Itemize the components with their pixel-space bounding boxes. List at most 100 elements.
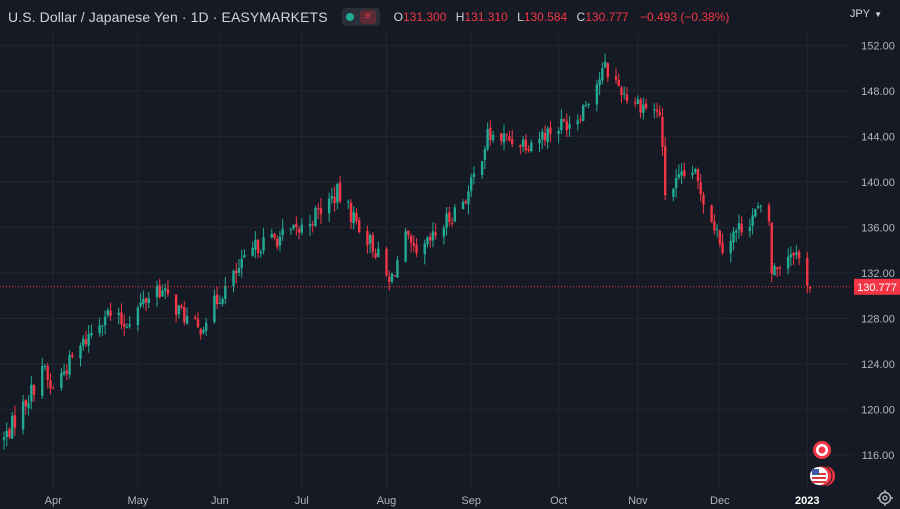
event-flag-icon[interactable] — [813, 441, 831, 459]
candle-body — [702, 194, 705, 205]
candle-body — [295, 223, 298, 228]
candlestick-chart[interactable]: 116.00 120.00 124.00 128.00 132.00 136.00 140.… — [0, 0, 900, 509]
candle-body — [273, 233, 276, 238]
candle-body — [300, 224, 304, 233]
candle-body — [472, 173, 476, 177]
x-axis-labels[interactable]: Apr May Jun Jul Aug Sep Oct Nov Dec 2023 — [45, 495, 820, 507]
candle-body — [677, 174, 681, 178]
indicator-pill[interactable]: ≡ — [341, 8, 380, 26]
candle-body — [505, 134, 508, 136]
candle-body — [658, 111, 661, 116]
candle-body — [776, 267, 779, 270]
candle-body — [327, 198, 331, 214]
candle-body — [317, 208, 320, 210]
candle-body — [655, 109, 659, 112]
candle-body — [653, 109, 656, 111]
candle-body — [661, 116, 664, 148]
candle-body — [486, 129, 489, 150]
candle-body — [235, 270, 238, 274]
candle-body — [480, 161, 484, 176]
candle-body — [748, 226, 752, 232]
candle-body — [530, 142, 533, 152]
x-tick-label: Oct — [550, 495, 567, 507]
candle-body — [710, 205, 713, 223]
y-axis-labels[interactable]: 116.00 120.00 124.00 128.00 132.00 136.00 140.… — [861, 40, 895, 462]
candle-body — [445, 213, 448, 228]
candle-body — [147, 298, 151, 304]
candle-body — [289, 229, 293, 231]
candle-body — [737, 223, 741, 230]
symbol-title[interactable]: U.S. Dollar / Japanese Yen · 1D · EASYMA… — [8, 9, 328, 25]
candle-body — [470, 177, 473, 191]
market-status-icon — [345, 13, 354, 21]
candle-body — [434, 232, 437, 236]
candle-body — [415, 245, 418, 254]
candle-body — [601, 67, 604, 81]
candle-body — [773, 266, 776, 276]
candle-body — [106, 310, 110, 316]
candle-body — [355, 213, 358, 221]
candle-body — [79, 345, 82, 359]
candle-body — [166, 289, 170, 294]
candle-body — [598, 79, 601, 86]
chart-root[interactable]: 116.00 120.00 124.00 128.00 132.00 136.00 140.… — [0, 0, 900, 509]
candle-body — [431, 231, 435, 241]
candle-body — [450, 222, 454, 224]
candle-body — [565, 121, 569, 131]
us-flag-icon[interactable] — [810, 465, 835, 487]
currency-selector[interactable]: JPY ▼ — [850, 8, 882, 20]
candle-body — [617, 79, 620, 86]
price-change: −0.493 (−0.38%) — [639, 10, 730, 24]
candle-body — [71, 354, 74, 357]
candle-body — [603, 61, 607, 68]
candle-body — [237, 267, 241, 273]
candle-body — [778, 267, 782, 269]
candle-body — [311, 224, 314, 226]
candle-body — [366, 230, 369, 246]
settings-gear-icon[interactable] — [877, 490, 893, 506]
candle-body — [388, 277, 391, 282]
candle-body — [663, 146, 667, 196]
ohlc-values: O131.300 H131.310 L130.584 C130.777 −0.4… — [393, 10, 730, 24]
candle-body — [240, 258, 243, 268]
y-tick-label: 136.00 — [861, 222, 895, 234]
candle-body — [625, 94, 629, 102]
candle-body — [407, 230, 410, 235]
candle-body — [642, 104, 645, 113]
candle-body — [448, 212, 451, 222]
candle-body — [786, 256, 790, 269]
y-tick-label: 120.00 — [861, 404, 895, 416]
candle-body — [639, 99, 642, 113]
y-tick-label: 124.00 — [861, 359, 895, 371]
candle-body — [13, 415, 17, 428]
candle-body — [374, 253, 377, 258]
candle-body — [259, 251, 263, 254]
candle-body — [732, 231, 735, 243]
candle-body — [177, 305, 181, 315]
candle-body — [797, 251, 801, 259]
candle-body — [385, 248, 388, 276]
candle-body — [412, 242, 416, 246]
candle-body — [84, 339, 88, 345]
candle-body — [543, 132, 547, 141]
candle-body — [735, 230, 738, 233]
candle-body — [549, 127, 552, 134]
candle-body — [60, 372, 63, 388]
candle-body — [620, 87, 623, 95]
candle-body — [491, 134, 495, 140]
candle-body — [792, 252, 795, 256]
candle-body — [729, 241, 732, 254]
candle-body — [142, 298, 145, 304]
x-tick-label: Sep — [461, 495, 481, 507]
candle-body — [393, 275, 396, 277]
candle-body — [576, 120, 579, 125]
candle-body — [377, 248, 380, 257]
event-flag-icon[interactable]: ≡ — [359, 10, 376, 24]
candle-body — [770, 222, 773, 274]
candle-body — [623, 93, 626, 95]
candle-body — [595, 84, 599, 105]
last-price-tag: 130.777 — [854, 278, 900, 295]
x-tick-label: Jun — [211, 495, 229, 507]
candle-body — [120, 312, 123, 325]
candle-body — [136, 307, 140, 326]
